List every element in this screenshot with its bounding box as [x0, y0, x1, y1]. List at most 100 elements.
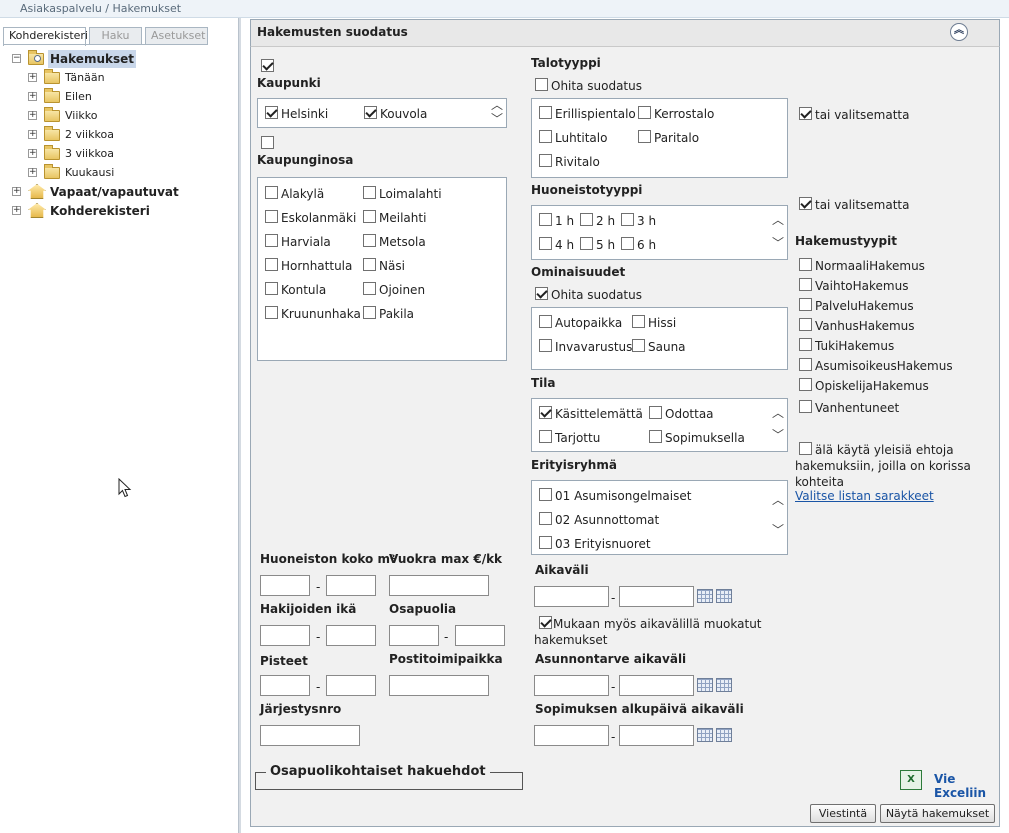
calendar-icon[interactable]	[697, 728, 713, 742]
pisteet-min-input[interactable]	[260, 675, 310, 696]
checkbox-ojoinen[interactable]	[363, 282, 376, 295]
checkbox-sopimuksella[interactable]	[649, 430, 662, 443]
checkbox-3h[interactable]	[621, 213, 634, 226]
expand-icon[interactable]: +	[28, 168, 37, 177]
tree-root-hakemukset[interactable]: − Hakemukset	[0, 50, 230, 68]
checkbox-vaihtohakemus[interactable]	[799, 278, 812, 291]
checkbox-tarjottu[interactable]	[539, 430, 552, 443]
checkbox-palveluhakemus[interactable]	[799, 298, 812, 311]
checkbox-invavarustus[interactable]	[539, 339, 552, 352]
aikavali-start-input[interactable]	[534, 586, 609, 607]
checkbox-sauna[interactable]	[632, 339, 645, 352]
checkbox-1h[interactable]	[539, 213, 552, 226]
checkbox-asumisoikeushakemus[interactable]	[799, 358, 812, 371]
calendar-icon[interactable]	[697, 678, 713, 692]
calendar-icon[interactable]	[716, 678, 732, 692]
checkbox-2h[interactable]	[580, 213, 593, 226]
checkbox-normaalihakemus[interactable]	[799, 258, 812, 271]
aikavali-end-input[interactable]	[619, 586, 694, 607]
checkbox-kerrostalo[interactable]	[638, 106, 651, 119]
checkbox-vanhentuneet[interactable]	[799, 400, 812, 413]
checkbox-helsinki[interactable]	[265, 106, 278, 119]
asunnontarve-end-input[interactable]	[619, 675, 694, 696]
checkbox-opiskelijahakemus[interactable]	[799, 378, 812, 391]
checkbox-kouvola[interactable]	[364, 106, 377, 119]
checkbox-autopaikka[interactable]	[539, 315, 552, 328]
expand-icon[interactable]: +	[28, 111, 37, 120]
ika-max-input[interactable]	[326, 625, 376, 646]
expand-icon[interactable]: +	[12, 206, 21, 215]
osapuolia-min-input[interactable]	[389, 625, 439, 646]
vuokra-input[interactable]	[389, 575, 489, 596]
checkbox-kontula[interactable]	[265, 282, 278, 295]
viestinta-button[interactable]: Viestintä	[810, 804, 876, 823]
checkbox-metsola[interactable]	[363, 234, 376, 247]
scroll-down-icon[interactable]: ﹀	[771, 524, 785, 536]
checkbox-5h[interactable]	[580, 237, 593, 250]
checkbox-rivitalo[interactable]	[539, 154, 552, 167]
scroll-down-icon[interactable]: ﹀	[771, 429, 785, 441]
export-excel-link[interactable]: Vie Exceliin	[934, 772, 1009, 800]
osapuoli-legend[interactable]: Osapuolikohtaiset hakuehdot	[266, 764, 490, 779]
checkbox-asumisongelmaiset[interactable]	[539, 488, 552, 501]
sopimus-start-input[interactable]	[534, 725, 609, 746]
scroll-down-icon[interactable]: ﹀	[771, 237, 785, 249]
checkbox-4h[interactable]	[539, 237, 552, 250]
sopimus-end-input[interactable]	[619, 725, 694, 746]
panel-splitter[interactable]	[238, 18, 241, 833]
checkbox-hissi[interactable]	[632, 315, 645, 328]
checkbox-eskolanmaki[interactable]	[265, 210, 278, 223]
scroll-down-icon[interactable]: ﹀	[490, 113, 504, 125]
talotyyppi-unselected-checkbox[interactable]	[799, 107, 812, 120]
select-columns-link[interactable]: Valitse listan sarakkeet	[795, 489, 934, 503]
huoneistotyyppi-unselected-checkbox[interactable]	[799, 197, 812, 210]
postitoimipaikka-input[interactable]	[389, 675, 489, 696]
osapuolia-max-input[interactable]	[455, 625, 505, 646]
checkbox-loimalahti[interactable]	[363, 186, 376, 199]
checkbox-luhtitalo[interactable]	[539, 130, 552, 143]
collapse-panel-icon[interactable]: ︽	[950, 23, 968, 41]
calendar-icon[interactable]	[697, 589, 713, 603]
expand-icon[interactable]: +	[28, 73, 37, 82]
checkbox-harviala[interactable]	[265, 234, 278, 247]
calendar-icon[interactable]	[716, 589, 732, 603]
asunnontarve-start-input[interactable]	[534, 675, 609, 696]
scroll-up-icon[interactable]: ︿	[490, 99, 504, 111]
jarjestysnro-input[interactable]	[260, 725, 360, 746]
talotyyppi-skip-checkbox[interactable]	[535, 78, 548, 91]
tab-asetukset[interactable]: Asetukset	[145, 27, 208, 45]
expand-icon[interactable]: +	[28, 92, 37, 101]
checkbox-alakyla[interactable]	[265, 186, 278, 199]
checkbox-kasittelematta[interactable]	[539, 406, 552, 419]
expand-icon[interactable]: +	[12, 187, 21, 196]
kaupunginosa-all-checkbox[interactable]	[261, 136, 274, 149]
checkbox-erityisnuoret[interactable]	[539, 536, 552, 549]
scroll-up-icon[interactable]: ︿	[771, 214, 785, 226]
expand-icon[interactable]: +	[28, 130, 37, 139]
collapse-icon[interactable]: −	[12, 54, 21, 63]
checkbox-odottaa[interactable]	[649, 406, 662, 419]
calendar-icon[interactable]	[716, 728, 732, 742]
excel-icon[interactable]: X	[900, 770, 922, 790]
checkbox-asunnottomat[interactable]	[539, 512, 552, 525]
ominaisuudet-skip-checkbox[interactable]	[535, 287, 548, 300]
checkbox-pakila[interactable]	[363, 306, 376, 319]
checkbox-6h[interactable]	[621, 237, 634, 250]
checkbox-tukihakemus[interactable]	[799, 338, 812, 351]
scroll-up-icon[interactable]: ︿	[771, 494, 785, 506]
tab-haku[interactable]: Haku	[89, 27, 142, 45]
show-applications-button[interactable]: Näytä hakemukset	[880, 804, 995, 823]
checkbox-meilahti[interactable]	[363, 210, 376, 223]
ika-min-input[interactable]	[260, 625, 310, 646]
koko-min-input[interactable]	[260, 575, 310, 596]
checkbox-hornhattula[interactable]	[265, 258, 278, 271]
koko-max-input[interactable]	[326, 575, 376, 596]
checkbox-erillispientalo[interactable]	[539, 106, 552, 119]
checkbox-vanhushakemus[interactable]	[799, 318, 812, 331]
pisteet-max-input[interactable]	[326, 675, 376, 696]
kaupunki-all-checkbox[interactable]	[261, 59, 274, 72]
scroll-up-icon[interactable]: ︿	[771, 407, 785, 419]
expand-icon[interactable]: +	[28, 149, 37, 158]
checkbox-paritalo[interactable]	[638, 130, 651, 143]
checkbox-nasi[interactable]	[363, 258, 376, 271]
